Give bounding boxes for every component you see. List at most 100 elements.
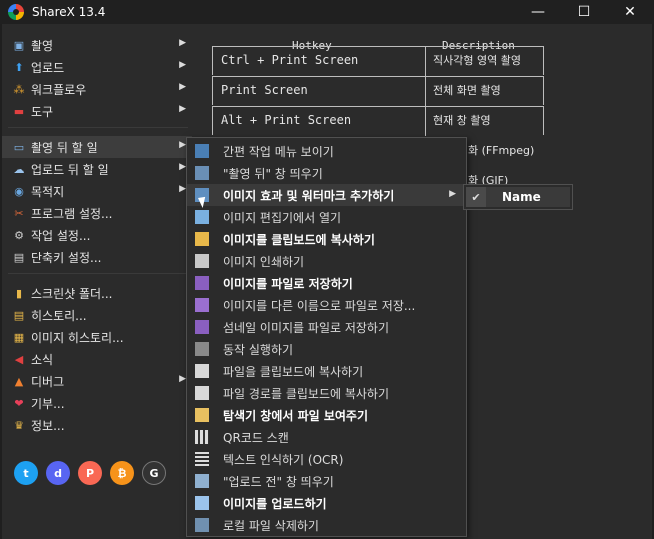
- submenu-arrow-icon: ▶: [179, 38, 186, 48]
- clipboard-image-icon: [195, 232, 209, 246]
- title-bar: ShareX 13.4 — ☐ ✕: [0, 0, 654, 24]
- submenu-item[interactable]: 탐색기 창에서 파일 보여주기: [187, 404, 466, 426]
- submenu-label: 이미지를 다른 이름으로 파일로 저장...: [223, 298, 416, 313]
- submenu-item[interactable]: 이미지 효과 및 워터마크 추가하기 ▶: [187, 184, 466, 206]
- submenu-label: 이미지 편집기에서 열기: [223, 210, 342, 225]
- save-as-icon: [195, 298, 209, 312]
- menu-separator: [8, 127, 188, 128]
- submenu-item[interactable]: 이미지를 파일로 저장하기: [187, 272, 466, 294]
- submenu-item[interactable]: 이미지를 클립보드에 복사하기: [187, 228, 466, 250]
- menu-news[interactable]: ◀ 소식: [2, 348, 192, 370]
- bitcoin-icon[interactable]: ₿: [110, 461, 134, 485]
- menu-label: 촬영 뒤 할 일: [31, 140, 98, 155]
- hotkey-row[interactable]: Alt + Print Screen 현재 창 촬영: [212, 106, 544, 136]
- menu-workflow[interactable]: ⁂ 워크플로우 ▶: [2, 78, 192, 100]
- hotkey-desc: 직사각형 영역 촬영: [433, 54, 521, 67]
- submenu-label: 파일을 클립보드에 복사하기: [223, 364, 364, 379]
- menu-hotkey-settings[interactable]: ▤ 단축키 설정...: [2, 246, 192, 268]
- heart-icon: ❤: [14, 396, 24, 410]
- maximize-button[interactable]: ☐: [561, 0, 607, 24]
- submenu-item[interactable]: 이미지를 다른 이름으로 파일로 저장...: [187, 294, 466, 316]
- submenu-item[interactable]: 이미지 편집기에서 열기: [187, 206, 466, 228]
- delete-icon: [195, 518, 209, 532]
- menu-label: 단축키 설정...: [31, 250, 102, 265]
- github-icon[interactable]: G: [142, 461, 166, 485]
- submenu-label: 이미지 효과 및 워터마크 추가하기: [223, 188, 395, 203]
- submenu-label: QR코드 스캔: [223, 430, 289, 445]
- submenu-label: "업로드 전" 창 띄우기: [223, 474, 334, 489]
- menu-label: 정보...: [31, 418, 65, 433]
- submenu-item[interactable]: 이미지 인쇄하기: [187, 250, 466, 272]
- submenu-label: 탐색기 창에서 파일 보여주기: [223, 408, 369, 423]
- toolbox-icon: ▬: [13, 104, 25, 118]
- menu-label: 업로드: [31, 60, 65, 75]
- menu-app-settings[interactable]: ✂ 프로그램 설정...: [2, 202, 192, 224]
- clipboard-path-icon: [195, 386, 209, 400]
- menu-upload[interactable]: ⬆ 업로드 ▶: [2, 56, 192, 78]
- menu-donate[interactable]: ❤ 기부...: [2, 392, 192, 414]
- menu-label: 도구: [31, 104, 54, 119]
- discord-icon[interactable]: d: [46, 461, 70, 485]
- thumbnail-icon: [195, 320, 209, 334]
- save-icon: [195, 276, 209, 290]
- destination-icon: ◉: [14, 184, 24, 198]
- hotkey-settings-icon: ▤: [13, 250, 25, 264]
- image-history-icon: ▦: [13, 330, 25, 344]
- menu-label: 스크린샷 폴더...: [31, 286, 113, 301]
- submenu-item[interactable]: "업로드 전" 창 띄우기: [187, 470, 466, 492]
- hotkey-desc: 전체 화면 촬영: [433, 84, 501, 97]
- main-menu: ▣ 촬영 ▶ ⬆ 업로드 ▶ ⁂ 워크플로우 ▶ ▬ 도구 ▶ ▭ 촬영 뒤 할…: [2, 30, 192, 520]
- menu-image-history[interactable]: ▦ 이미지 히스토리...: [2, 326, 192, 348]
- menu-label: 프로그램 설정...: [31, 206, 113, 221]
- menu-task-settings[interactable]: ⚙ 작업 설정...: [2, 224, 192, 246]
- menu-after-capture[interactable]: ▭ 촬영 뒤 할 일 ▶: [2, 136, 192, 158]
- submenu-item[interactable]: 텍스트 인식하기 (OCR): [187, 448, 466, 470]
- menu-screenshot-folder[interactable]: ▮ 스크린샷 폴더...: [2, 282, 192, 304]
- submenu-item[interactable]: 이미지를 업로드하기: [187, 492, 466, 514]
- hotkey-divider: [425, 47, 426, 76]
- menu-about[interactable]: ♛ 정보...: [2, 414, 192, 436]
- cloud-upload-icon: [195, 496, 209, 510]
- after-upload-icon: ☁: [13, 162, 25, 176]
- submenu-item[interactable]: "촬영 뒤" 창 띄우기: [187, 162, 466, 184]
- menu-tools[interactable]: ▬ 도구 ▶: [2, 100, 192, 122]
- effects-preset-item[interactable]: ✔ Name: [466, 187, 570, 207]
- submenu-item[interactable]: 파일을 클립보드에 복사하기: [187, 360, 466, 382]
- menu-after-upload[interactable]: ☁ 업로드 뒤 할 일 ▶: [2, 158, 192, 180]
- submenu-item[interactable]: 섬네일 이미지를 파일로 저장하기: [187, 316, 466, 338]
- window-title: ShareX 13.4: [32, 5, 106, 19]
- check-icon: ✔: [466, 187, 486, 207]
- submenu-arrow-icon: ▶: [179, 60, 186, 70]
- menu-label: 촬영: [31, 38, 54, 53]
- submenu-label: 섬네일 이미지를 파일로 저장하기: [223, 320, 390, 335]
- editor-icon: [195, 210, 209, 224]
- menu-capture[interactable]: ▣ 촬영 ▶: [2, 34, 192, 56]
- action-icon: [195, 342, 209, 356]
- submenu-item[interactable]: QR코드 스캔: [187, 426, 466, 448]
- submenu-item[interactable]: 파일 경로를 클립보드에 복사하기: [187, 382, 466, 404]
- submenu-item[interactable]: 간편 작업 메뉴 보이기: [187, 140, 466, 162]
- submenu-arrow-icon: ▶: [179, 104, 186, 114]
- minimize-button[interactable]: —: [515, 0, 561, 24]
- hotkey-row[interactable]: Ctrl + Print Screen 직사각형 영역 촬영: [212, 46, 544, 76]
- hotkey-desc-partial: 화 (FFmpeg): [468, 144, 535, 157]
- submenu-item[interactable]: 로컬 파일 삭제하기: [187, 514, 466, 536]
- submenu-item[interactable]: 동작 실행하기: [187, 338, 466, 360]
- close-button[interactable]: ✕: [607, 0, 653, 24]
- hotkey-row[interactable]: Print Screen 전체 화면 촬영: [212, 76, 544, 106]
- submenu-label: "촬영 뒤" 창 띄우기: [223, 166, 323, 181]
- submenu-label: 로컬 파일 삭제하기: [223, 518, 319, 533]
- menu-debug[interactable]: ▲ 디버그 ▶: [2, 370, 192, 392]
- twitter-icon[interactable]: t: [14, 461, 38, 485]
- debug-icon: ▲: [14, 374, 24, 388]
- menu-history[interactable]: ▤ 히스토리...: [2, 304, 192, 326]
- menu-destination[interactable]: ◉ 목적지 ▶: [2, 180, 192, 202]
- menu-label: 워크플로우: [31, 82, 87, 97]
- patreon-icon[interactable]: P: [78, 461, 102, 485]
- crown-icon: ♛: [14, 418, 24, 432]
- before-upload-icon: [195, 474, 209, 488]
- ocr-icon: [195, 452, 209, 466]
- submenu-arrow-icon: ▶: [179, 140, 186, 150]
- after-capture-submenu: 간편 작업 메뉴 보이기 "촬영 뒤" 창 띄우기 이미지 효과 및 워터마크 …: [186, 137, 467, 537]
- menu-label: 이미지 히스토리...: [31, 330, 124, 345]
